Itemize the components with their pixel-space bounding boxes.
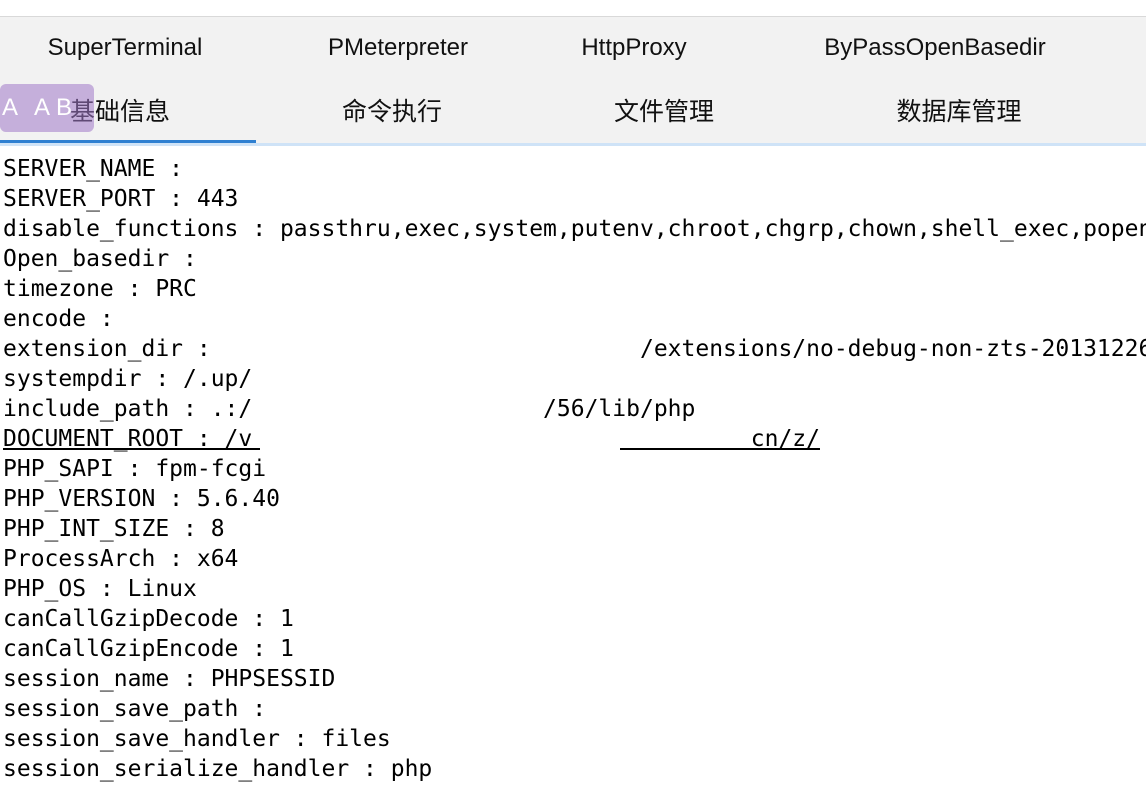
plugin-tab-bar: SuperTerminal PMeterpreter HttpProxy ByP…	[0, 17, 1146, 145]
info-line-process-arch: ProcessArch : x64	[3, 546, 239, 572]
info-line-session-name: session_name : PHPSESSID	[3, 666, 336, 692]
info-line-gzip-decode: canCallGzipDecode : 1	[3, 606, 294, 632]
redaction-mask	[260, 424, 620, 454]
basic-info-output[interactable]: SERVER_NAME : SERVER_PORT : 443 disable_…	[0, 152, 1146, 792]
info-line-disable-functions: disable_functions : passthru,exec,system…	[3, 216, 1146, 242]
title-strip	[0, 0, 1146, 17]
info-line-timezone: timezone : PRC	[3, 276, 197, 302]
input-method-badge: A AB	[0, 84, 94, 132]
tab-command-exec[interactable]: 命令执行	[330, 81, 454, 143]
info-line-include-path: include_path : .:/ /56/lib/php	[3, 396, 696, 422]
info-line-php-sapi: PHP_SAPI : fpm-fcgi	[3, 456, 267, 482]
app-window: SuperTerminal PMeterpreter HttpProxy ByP…	[0, 0, 1146, 792]
info-line-php-os: PHP_OS : Linux	[3, 576, 197, 602]
info-line-encode: encode :	[3, 306, 128, 332]
tab-file-manager[interactable]: 文件管理	[602, 81, 726, 143]
tab-row-core: 基础信息 命令执行 文件管理 数据库管理	[0, 81, 1146, 144]
info-line-systempdir: systempdir : /.up/	[3, 366, 253, 392]
info-line-server-name: SERVER_NAME :	[3, 156, 197, 182]
tab-httpproxy[interactable]: HttpProxy	[572, 17, 696, 79]
tab-bypassopenbasedir[interactable]: ByPassOpenBasedir	[810, 17, 1060, 79]
tab-database-manager[interactable]: 数据库管理	[886, 81, 1032, 143]
info-line-extension-dir: extension_dir : /extensions/no-debug-non…	[3, 336, 1146, 362]
tab-content-divider	[0, 143, 1146, 146]
tab-row-plugins: SuperTerminal PMeterpreter HttpProxy ByP…	[0, 17, 1146, 79]
tab-pmeterpreter[interactable]: PMeterpreter	[318, 17, 478, 79]
tab-superterminal[interactable]: SuperTerminal	[40, 17, 210, 79]
info-line-session-save-path: session_save_path :	[3, 696, 280, 722]
info-line-server-port: SERVER_PORT : 443	[3, 186, 239, 212]
info-line-session-save-handler: session_save_handler : files	[3, 726, 391, 752]
info-line-open-basedir: Open_basedir :	[3, 246, 211, 272]
info-line-session-serialize-handler: session_serialize_handler : php	[3, 756, 433, 782]
info-line-php-version: PHP_VERSION : 5.6.40	[3, 486, 280, 512]
info-line-php-int-size: PHP_INT_SIZE : 8	[3, 516, 225, 542]
info-line-gzip-encode: canCallGzipEncode : 1	[3, 636, 294, 662]
